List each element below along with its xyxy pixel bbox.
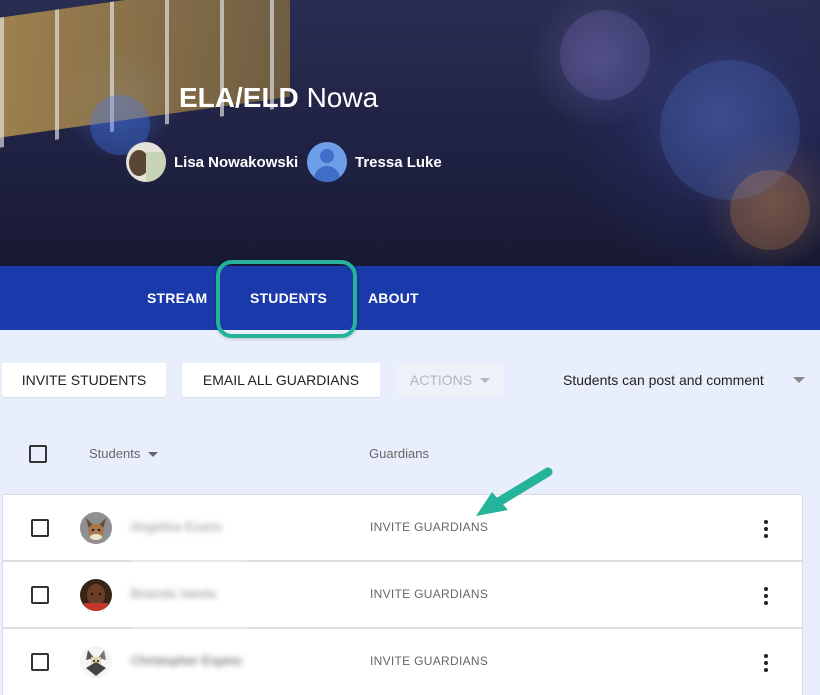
teacher-lisa[interactable]: Lisa Nowakowski — [126, 142, 298, 182]
class-title: ELA/ELD Nowa — [179, 82, 378, 114]
class-title-bold: ELA/ELD — [179, 82, 299, 113]
chevron-down-icon[interactable] — [793, 377, 805, 383]
invite-guardians-link[interactable]: INVITE GUARDIANS — [370, 587, 488, 601]
annotation-arrow-icon — [476, 467, 553, 516]
table-row: Angelina Evans INVITE GUARDIANS — [2, 494, 803, 561]
email-all-guardians-button[interactable]: EMAIL ALL GUARDIANS — [182, 363, 380, 397]
actions-label: ACTIONS — [409, 372, 473, 388]
avatar — [80, 512, 112, 544]
more-vert-icon[interactable] — [761, 517, 771, 541]
table-row: Brianda Varela INVITE GUARDIANS — [2, 561, 803, 628]
tab-bar: STREAM STUDENTS ABOUT — [0, 266, 820, 330]
posting-setting-select[interactable]: Students can post and comment — [563, 372, 764, 388]
guardians-column-header: Guardians — [369, 446, 429, 461]
tab-about[interactable]: ABOUT — [368, 290, 419, 306]
chevron-down-icon — [480, 377, 491, 383]
row-checkbox[interactable] — [31, 653, 49, 671]
name-blur-overlay — [130, 505, 247, 635]
teacher-tressa[interactable]: Tressa Luke — [307, 142, 442, 182]
table-row: Christopher Espino INVITE GUARDIANS — [2, 628, 803, 695]
student-name[interactable]: Christopher Espino — [131, 653, 242, 668]
avatar — [80, 579, 112, 611]
tab-highlight-annotation — [216, 260, 357, 338]
students-column-header[interactable]: Students — [89, 446, 140, 461]
avatar — [126, 142, 166, 182]
invite-guardians-link[interactable]: INVITE GUARDIANS — [370, 520, 488, 534]
sort-icon[interactable] — [148, 452, 158, 457]
more-vert-icon[interactable] — [761, 584, 771, 608]
more-vert-icon[interactable] — [761, 651, 771, 675]
row-checkbox[interactable] — [31, 519, 49, 537]
select-all-checkbox[interactable] — [29, 445, 47, 463]
actions-dropdown[interactable]: ACTIONS — [397, 363, 503, 397]
teacher-name: Tressa Luke — [355, 153, 442, 171]
person-icon — [307, 142, 347, 182]
tab-stream[interactable]: STREAM — [147, 290, 207, 306]
row-checkbox[interactable] — [31, 586, 49, 604]
invite-students-button[interactable]: INVITE STUDENTS — [2, 363, 166, 397]
invite-guardians-link[interactable]: INVITE GUARDIANS — [370, 654, 488, 668]
teacher-name: Lisa Nowakowski — [174, 153, 299, 171]
class-banner: ELA/ELD Nowa Lisa Nowakowski Tressa Luke — [0, 0, 820, 266]
class-title-rest: Nowa — [306, 82, 379, 113]
avatar — [80, 646, 112, 678]
